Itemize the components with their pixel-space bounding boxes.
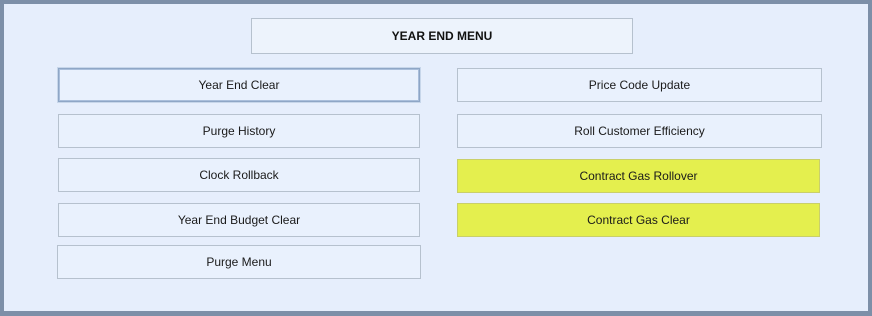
- year-end-budget-clear-button[interactable]: Year End Budget Clear: [58, 203, 420, 237]
- year-end-menu-window: YEAR END MENU Year End Clear Purge Histo…: [4, 4, 868, 311]
- purge-history-button[interactable]: Purge History: [58, 114, 420, 148]
- price-code-update-button[interactable]: Price Code Update: [457, 68, 822, 102]
- contract-gas-clear-button[interactable]: Contract Gas Clear: [457, 203, 820, 237]
- contract-gas-rollover-button[interactable]: Contract Gas Rollover: [457, 159, 820, 193]
- menu-title: YEAR END MENU: [251, 18, 633, 54]
- year-end-clear-button[interactable]: Year End Clear: [58, 68, 420, 102]
- roll-customer-efficiency-button[interactable]: Roll Customer Efficiency: [457, 114, 822, 148]
- purge-menu-button[interactable]: Purge Menu: [57, 245, 421, 279]
- clock-rollback-button[interactable]: Clock Rollback: [58, 158, 420, 192]
